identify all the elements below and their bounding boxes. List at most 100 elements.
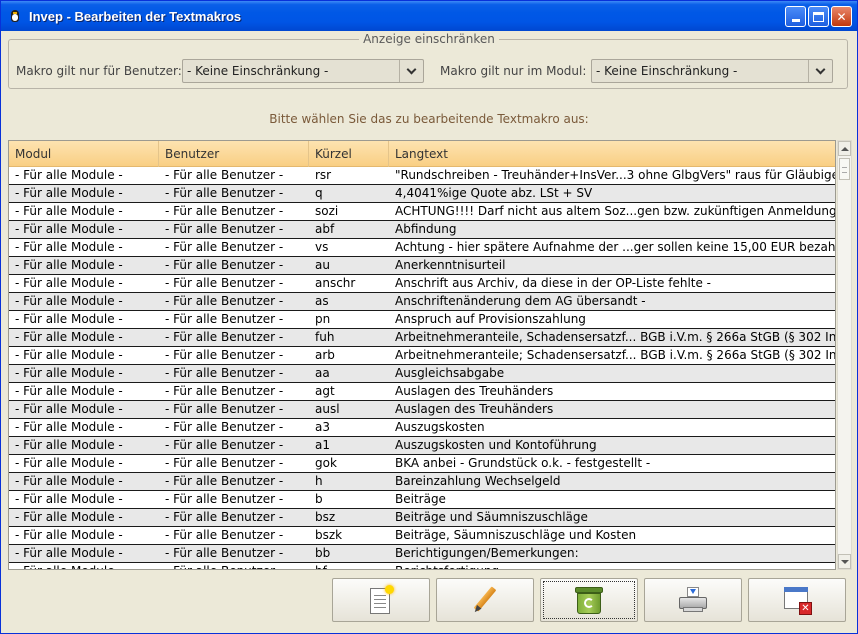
table-row[interactable]: - Für alle Module - - Für alle Benutzer -… bbox=[9, 329, 835, 347]
cell-kuerzel: bszk bbox=[315, 528, 343, 542]
table-row[interactable]: - Für alle Module - - Für alle Benutzer -… bbox=[9, 311, 835, 329]
cell-modul: - Für alle Module - bbox=[15, 276, 123, 290]
cell-kuerzel: rsr bbox=[315, 168, 332, 182]
column-header-langtext[interactable]: Langtext bbox=[389, 141, 835, 167]
cell-benutzer: - Für alle Benutzer - bbox=[165, 312, 284, 326]
cell-langtext: "Rundschreiben - Treuhänder+InsVer...3 o… bbox=[395, 168, 835, 182]
user-filter-value: - Keine Einschränkung - bbox=[187, 64, 329, 78]
cell-langtext: Beiträge, Säumniszuschläge und Kosten bbox=[395, 528, 637, 542]
cell-modul: - Für alle Module - bbox=[15, 168, 123, 182]
cell-langtext: BKA anbei - Grundstück o.k. - festgestel… bbox=[395, 456, 651, 470]
new-macro-button[interactable] bbox=[332, 578, 430, 622]
cell-modul: - Für alle Module - bbox=[15, 510, 123, 524]
table-header: Modul Benutzer Kürzel Langtext bbox=[9, 141, 835, 167]
column-header-modul[interactable]: Modul bbox=[9, 141, 159, 167]
arrow-up-icon bbox=[840, 146, 849, 151]
edit-macro-button[interactable] bbox=[436, 578, 534, 622]
table-vertical-scrollbar[interactable] bbox=[837, 140, 852, 570]
table-row[interactable]: - Für alle Module -- Für alle Benutzer -… bbox=[9, 473, 835, 491]
cell-kuerzel: bsz bbox=[315, 510, 336, 524]
column-header-kuerzel[interactable]: Kürzel bbox=[309, 141, 389, 167]
cell-kuerzel: sozi bbox=[315, 204, 339, 218]
table-body: - Für alle Module - - Für alle Benutzer -… bbox=[9, 167, 835, 569]
cell-langtext: Anschriftenänderung dem AG übersandt - bbox=[395, 294, 646, 308]
cell-benutzer: - Für alle Benutzer - bbox=[165, 528, 284, 542]
cell-modul: - Für alle Module - bbox=[15, 222, 123, 236]
cell-kuerzel: vs bbox=[315, 240, 329, 254]
cell-langtext: Auszugskosten bbox=[395, 420, 485, 434]
cell-modul: - Für alle Module - bbox=[15, 366, 123, 380]
scroll-down-button[interactable] bbox=[838, 554, 851, 569]
arrow-down-icon bbox=[840, 559, 849, 564]
table-row[interactable]: - Für alle Module -- Für alle Benutzer -… bbox=[9, 167, 835, 185]
pencil-icon bbox=[470, 585, 500, 615]
cell-kuerzel: bf bbox=[309, 563, 389, 569]
user-filter-select[interactable]: - Keine Einschränkung - bbox=[182, 59, 424, 83]
chevron-down-icon bbox=[406, 64, 417, 74]
cell-modul: - Für alle Module - bbox=[15, 528, 123, 542]
cell-benutzer: - Für alle Benutzer - bbox=[165, 492, 284, 506]
recycle-bin-icon bbox=[574, 585, 604, 615]
window-title: Invep - Bearbeiten der Textmakros bbox=[29, 8, 242, 24]
dialog-content: Anzeige einschränken Makro gilt nur für … bbox=[5, 31, 853, 631]
table-row[interactable]: - Für alle Module -- Für alle Benutzer -… bbox=[9, 257, 835, 275]
cell-langtext: Auslagen des Treuhänders bbox=[395, 402, 554, 416]
table-row[interactable]: - Für alle Module -- Für alle Benutzer -… bbox=[9, 203, 835, 221]
cell-benutzer: - Für alle Benutzer - bbox=[165, 294, 284, 308]
exit-window-icon: ✕ bbox=[782, 585, 812, 615]
cell-langtext: Bareinzahlung Wechselgeld bbox=[395, 474, 561, 488]
cell-benutzer: - Für alle Benutzer - bbox=[165, 546, 284, 560]
cell-langtext: Auslagen des Treuhänders bbox=[395, 384, 554, 398]
cell-modul: - Für alle Module - bbox=[15, 348, 123, 362]
cell-benutzer: - Für alle Benutzer - bbox=[165, 420, 284, 434]
cell-langtext: Auszugskosten und Kontoführung bbox=[395, 438, 597, 452]
table-row[interactable]: - Für alle Module - - Für alle Benutzer -… bbox=[9, 527, 835, 545]
cell-modul: - Für alle Module - bbox=[15, 330, 123, 344]
cell-kuerzel: gok bbox=[315, 456, 337, 470]
cell-langtext: Ausgleichsabgabe bbox=[395, 366, 505, 380]
cell-kuerzel: au bbox=[315, 258, 330, 272]
table-row[interactable]: - Für alle Module -- Für alle Benutzer -… bbox=[9, 275, 835, 293]
table-row[interactable]: - Für alle Module -- Für alle Benutzer -… bbox=[9, 239, 835, 257]
cell-modul: - Für alle Module - bbox=[15, 312, 123, 326]
cell-benutzer: - Für alle Benutzer - bbox=[165, 438, 284, 452]
delete-macro-button[interactable] bbox=[540, 578, 638, 622]
table-row[interactable]: - Für alle Module -- Für alle Benutzer -… bbox=[9, 365, 835, 383]
cell-modul: - Für alle Module - bbox=[15, 438, 123, 452]
table-row[interactable]: - Für alle Module -- Für alle Benutzer -… bbox=[9, 491, 835, 509]
table-row[interactable]: - Für alle Module -- Für alle Benutzer -… bbox=[9, 509, 835, 527]
column-header-benutzer[interactable]: Benutzer bbox=[159, 141, 309, 167]
cell-modul: - Für alle Module - bbox=[15, 240, 123, 254]
scroll-thumb[interactable] bbox=[839, 158, 850, 180]
cell-kuerzel: as bbox=[315, 294, 329, 308]
table-row[interactable]: - Für alle Module -- Für alle Benutzer -… bbox=[9, 455, 835, 473]
minimize-button[interactable] bbox=[785, 6, 806, 27]
module-filter-dropdown-button[interactable] bbox=[808, 60, 832, 82]
table-row[interactable]: - Für alle Module -- Für alle Benutzer -… bbox=[9, 293, 835, 311]
cell-langtext: Berichtsfertigung bbox=[389, 563, 835, 569]
table-row[interactable]: - Für alle Module -- Für alle Benutzer -… bbox=[9, 545, 835, 563]
cell-langtext: 4,4041%ige Quote abz. LSt + SV bbox=[395, 186, 593, 200]
table-row[interactable]: - Für alle Module - - Für alle Benutzer -… bbox=[9, 437, 835, 455]
user-filter-dropdown-button[interactable] bbox=[399, 60, 423, 82]
table-row[interactable]: - Für alle Module -- Für alle Benutzer -… bbox=[9, 419, 835, 437]
cell-modul: - Für alle Module - bbox=[15, 204, 123, 218]
module-filter-select[interactable]: - Keine Einschränkung - bbox=[591, 59, 833, 83]
cell-benutzer: - Für alle Benutzer - bbox=[165, 330, 284, 344]
table-row[interactable]: - Für alle Module -- Für alle Benutzer -… bbox=[9, 383, 835, 401]
maximize-button[interactable] bbox=[808, 6, 829, 27]
table-row[interactable]: - Für alle Module -- Für alle Benutzer -… bbox=[9, 347, 835, 365]
table-row[interactable]: - Für alle Module -- Für alle Benutzer -… bbox=[9, 221, 835, 239]
cell-kuerzel: a1 bbox=[315, 438, 330, 452]
title-bar[interactable]: Invep - Bearbeiten der Textmakros ✕ bbox=[1, 1, 857, 31]
table-row[interactable]: - Für alle Module -- Für alle Benutzer -… bbox=[9, 401, 835, 419]
table-row[interactable]: - Für alle Module -- Für alle Benutzer -… bbox=[9, 185, 835, 203]
cell-kuerzel: a3 bbox=[315, 420, 330, 434]
print-button[interactable] bbox=[644, 578, 742, 622]
scroll-up-button[interactable] bbox=[838, 141, 851, 156]
cell-benutzer: - Für alle Benutzer - bbox=[159, 563, 309, 569]
close-window-button[interactable]: ✕ bbox=[831, 6, 852, 27]
filter-legend: Anzeige einschränken bbox=[9, 32, 849, 46]
close-dialog-button[interactable]: ✕ bbox=[748, 578, 846, 622]
table-row[interactable]: - Für alle Module -- Für alle Benutzer -… bbox=[9, 563, 835, 569]
